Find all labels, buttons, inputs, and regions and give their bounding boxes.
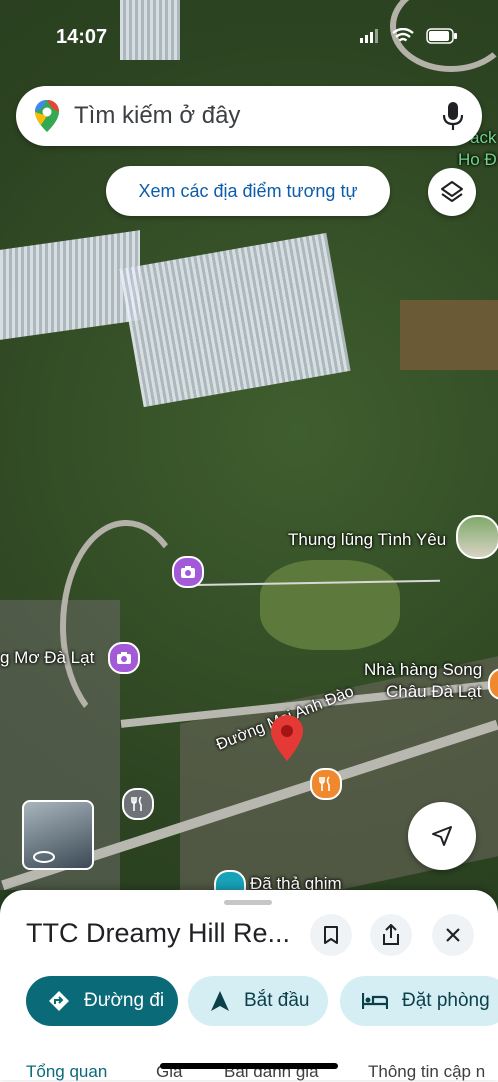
directions-icon (49, 991, 69, 1011)
map-label-mo-dalat[interactable]: g Mơ Đà Lạt (0, 648, 94, 668)
place-photo-marker[interactable] (456, 515, 498, 559)
microphone-icon[interactable] (442, 101, 464, 131)
place-title: TTC Dreamy Hill Re... (26, 918, 291, 948)
see-similar-places-button[interactable]: Xem các địa điểm tương tự (106, 166, 390, 216)
tab-overview[interactable]: Tổng quan (26, 1062, 107, 1082)
save-button[interactable] (310, 914, 352, 956)
navigation-arrow-icon (432, 826, 452, 846)
start-button[interactable]: Bắt đầu (188, 976, 328, 1026)
wifi-icon (392, 28, 414, 42)
search-input[interactable]: Tìm kiếm ở đây (74, 102, 442, 130)
camera-poi-icon[interactable] (172, 556, 204, 588)
share-button[interactable] (370, 914, 412, 956)
street-view-rotate-icon (33, 851, 55, 863)
close-button[interactable] (432, 914, 474, 956)
layers-icon (441, 181, 463, 202)
search-bar[interactable]: Tìm kiếm ở đây (16, 86, 482, 146)
signal-icon (360, 29, 378, 43)
home-indicator[interactable] (160, 1063, 338, 1069)
book-room-label: Đặt phòng (402, 990, 490, 1011)
battery-icon (426, 28, 457, 44)
restaurant-poi-icon[interactable] (310, 768, 342, 800)
map-label-restaurant-2[interactable]: Châu Đà Lạt (386, 682, 481, 702)
clearing-area (260, 560, 400, 650)
street-view-thumbnail[interactable] (22, 800, 94, 870)
map-label-valley[interactable]: Thung lũng Tình Yêu (288, 530, 446, 550)
book-room-button[interactable]: Đặt phòng (340, 976, 498, 1026)
selected-place-pin-icon[interactable] (270, 714, 304, 762)
google-maps-pin-icon (35, 100, 59, 132)
layers-button[interactable] (428, 168, 476, 216)
greenhouse-area (119, 232, 351, 408)
map-label-restaurant[interactable]: Nhà hàng Song (364, 660, 482, 680)
my-location-button[interactable] (408, 802, 476, 870)
start-label: Bắt đầu (244, 990, 310, 1011)
status-icons (360, 28, 458, 44)
directions-label: Đường đi (84, 990, 165, 1011)
restaurant-poi-icon[interactable] (122, 788, 154, 820)
navigation-start-icon (211, 991, 229, 1011)
share-icon (383, 924, 399, 945)
bed-icon (362, 993, 388, 1009)
road (60, 520, 192, 732)
map-label-corner-2: Ho Đ (458, 150, 497, 169)
sheet-drag-handle[interactable] (224, 900, 272, 905)
field-area (400, 300, 498, 370)
status-time: 14:07 (56, 26, 108, 48)
close-icon (446, 928, 460, 942)
place-bottom-sheet[interactable]: TTC Dreamy Hill Re... Đường đi Bắt đầu Đ… (0, 890, 498, 1082)
greenhouse-area (0, 230, 140, 340)
camera-poi-icon[interactable] (108, 642, 140, 674)
directions-button[interactable]: Đường đi (26, 976, 178, 1026)
tab-info[interactable]: Thông tin cập n (368, 1062, 485, 1082)
bookmark-icon (324, 926, 338, 944)
status-bar: 14:07 (0, 24, 498, 54)
